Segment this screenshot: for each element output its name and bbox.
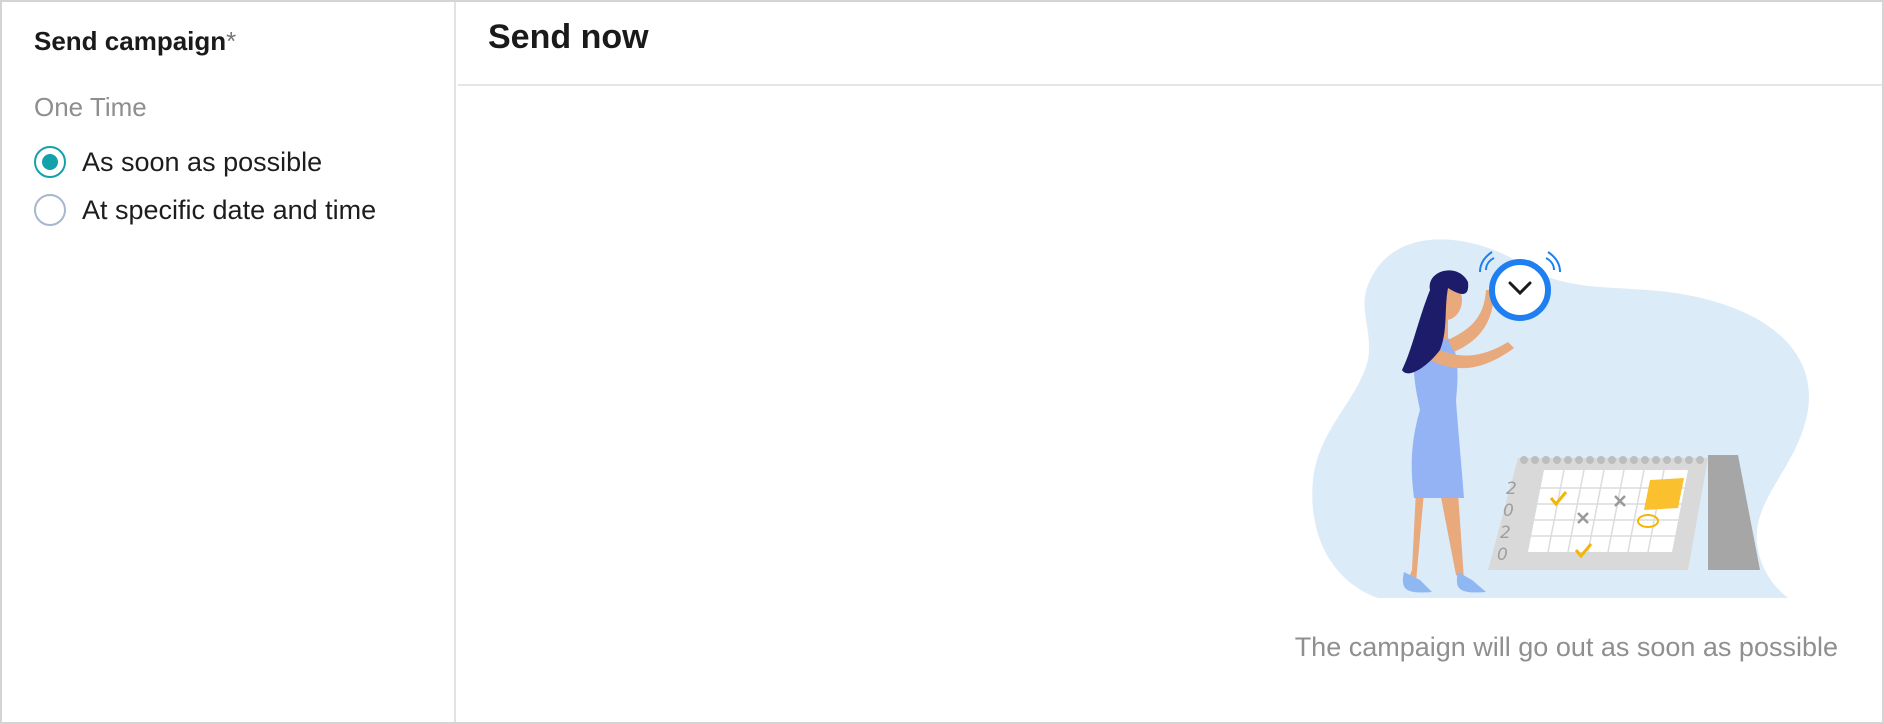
send-campaign-title: Send campaign*	[34, 26, 236, 57]
radio-label-specific-date[interactable]: At specific date and time	[82, 195, 376, 226]
sidebar: Send campaign* One Time As soon as possi…	[2, 2, 456, 722]
send-campaign-panel: Send campaign* One Time As soon as possi…	[0, 0, 1884, 724]
required-marker: *	[226, 26, 237, 56]
woman-clock-calendar-illustration: 2 0 2 0	[1312, 239, 1809, 598]
radio-option-asap[interactable]: As soon as possible	[34, 146, 322, 178]
send-campaign-title-text: Send campaign	[34, 26, 227, 56]
page-title: Send now	[488, 18, 649, 56]
send-now-caption: The campaign will go out as soon as poss…	[1294, 632, 1838, 662]
radio-button-specific-date[interactable]	[34, 194, 66, 226]
one-time-label: One Time	[34, 92, 147, 122]
calendar-year-digit-1: 2	[1506, 479, 1517, 499]
main-panel: Send now 2 0 2 0 The campaign will go ou…	[458, 2, 1882, 722]
radio-button-asap[interactable]	[34, 146, 66, 178]
calendar-year-digit-4: 0	[1497, 545, 1508, 565]
radio-option-specific-date[interactable]: At specific date and time	[34, 194, 376, 226]
calendar-icon: 2 0 2 0	[1488, 455, 1760, 570]
radio-label-asap[interactable]: As soon as possible	[82, 147, 322, 178]
main-header: Send now	[458, 2, 1882, 86]
calendar-year-digit-2: 0	[1503, 501, 1514, 521]
radio-selected-dot	[42, 154, 58, 170]
calendar-year-digit-3: 2	[1500, 523, 1511, 543]
